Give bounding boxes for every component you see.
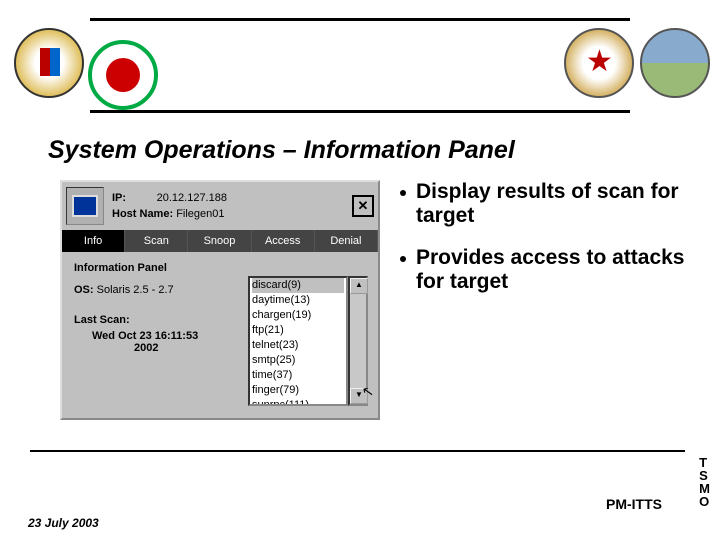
tab-snoop[interactable]: Snoop xyxy=(188,230,251,252)
bullet-dot-icon xyxy=(400,190,406,196)
list-item[interactable]: sunrpc(111) xyxy=(252,398,344,406)
cursor-icon: ↖ xyxy=(361,382,376,401)
logo-pm-itts-icon xyxy=(640,28,710,98)
close-button[interactable]: ✕ xyxy=(352,195,374,217)
bullet-dot-icon xyxy=(400,256,406,262)
tab-info[interactable]: Info xyxy=(62,230,125,252)
monitor-icon xyxy=(66,187,104,225)
footer-pm-itts: PM-ITTS xyxy=(606,496,662,512)
hostname-label: Host Name: xyxy=(112,208,173,220)
list-item[interactable]: ftp(21) xyxy=(252,323,344,338)
ip-label: IP: xyxy=(112,192,126,204)
bullet-item: Provides access to attacks for target xyxy=(400,246,690,294)
ip-value: 20.12.127.188 xyxy=(157,192,227,204)
header-rule-top xyxy=(90,18,630,21)
list-item[interactable]: chargen(19) xyxy=(252,308,344,323)
tab-scan[interactable]: Scan xyxy=(125,230,188,252)
bullet-item: Display results of scan for target xyxy=(400,180,690,228)
page-title: System Operations – Information Panel xyxy=(48,136,515,165)
logo-star-icon xyxy=(564,28,634,98)
os-value: Solaris 2.5 - 2.7 xyxy=(97,284,174,296)
header-rule-bottom xyxy=(90,110,630,113)
panel-header: IP: 20.12.127.188 Host Name: Filegen01 ✕ xyxy=(62,182,378,230)
list-item[interactable]: finger(79) xyxy=(252,383,344,398)
tsmo-acronym: T S M O xyxy=(699,456,710,508)
list-item[interactable]: smtp(25) xyxy=(252,353,344,368)
list-item[interactable]: discard(9) xyxy=(252,278,344,293)
tab-access[interactable]: Access xyxy=(252,230,315,252)
footer-date: 23 July 2003 xyxy=(28,516,99,530)
bullet-text: Provides access to attacks for target xyxy=(416,246,690,294)
scroll-up-button[interactable]: ▲ xyxy=(350,278,368,294)
services-listbox[interactable]: discard(9) daytime(13) chargen(19) ftp(2… xyxy=(248,276,348,406)
list-item[interactable]: telnet(23) xyxy=(252,338,344,353)
os-label: OS: xyxy=(74,284,94,296)
services-list-wrap: discard(9) daytime(13) chargen(19) ftp(2… xyxy=(248,276,368,402)
tab-denial[interactable]: Denial xyxy=(315,230,378,252)
tab-bar: Info Scan Snoop Access Denial xyxy=(62,230,378,252)
list-item[interactable]: daytime(13) xyxy=(252,293,344,308)
info-panel-window: IP: 20.12.127.188 Host Name: Filegen01 ✕… xyxy=(60,180,380,420)
host-info: IP: 20.12.127.188 Host Name: Filegen01 xyxy=(112,190,227,223)
bullet-list: Display results of scan for target Provi… xyxy=(400,180,690,312)
logo-shield-icon xyxy=(14,28,84,98)
footer-rule xyxy=(30,450,685,452)
bullet-text: Display results of scan for target xyxy=(416,180,690,228)
logo-awsim-icon xyxy=(88,40,158,110)
info-panel-title: Information Panel xyxy=(74,262,366,274)
hostname-value: Filegen01 xyxy=(176,208,224,220)
list-item[interactable]: time(37) xyxy=(252,368,344,383)
